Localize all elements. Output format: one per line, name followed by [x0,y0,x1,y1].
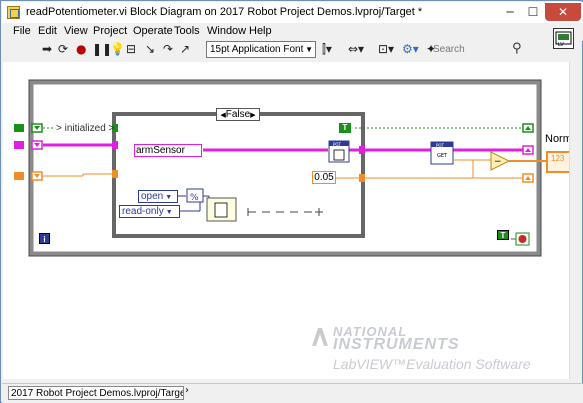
font-select-value: 15pt Application Font [210,44,304,55]
block-diagram-canvas[interactable]: % − > initialized > armSensor ◀False▶ 0.… [3,62,569,379]
feedback-label: > initialized > [56,123,115,134]
concatenate-icon[interactable]: % [186,188,204,203]
highlight-execution-icon[interactable]: 💡 [110,42,125,57]
minimize-button[interactable]: ─ [499,3,521,21]
watermark-instruments: INSTRUMENTS [333,336,460,353]
labview-window: readPotentiometer.vi Block Diagram on 20… [0,0,583,403]
retain-wire-values-icon[interactable]: ⊟ [126,42,136,57]
step-into-icon[interactable]: ↘ [145,42,155,57]
case-tunnel-cluster [112,141,118,149]
step-over-icon[interactable]: ↷ [163,42,173,57]
maximize-button[interactable]: ☐ [522,3,544,21]
case-tunnel-numeric [112,170,118,178]
bool-input-terminal[interactable] [14,124,24,132]
step-out-icon[interactable]: ↗ [180,42,190,57]
case-selector-value: False [225,109,251,120]
project-target-field[interactable]: 2017 Robot Project Demos.lvproj/Target [8,386,184,400]
menu-view[interactable]: View [64,25,88,37]
case-out-tunnel-cluster [359,146,365,154]
chevron-right-icon[interactable]: › [185,385,189,396]
info-icon[interactable]: i [39,233,50,244]
pot-get-text: GET [437,153,448,159]
menu-bar: File Edit View Project Operate Tools Win… [2,23,583,41]
arm-sensor-constant[interactable]: armSensor [134,144,202,157]
menu-help[interactable]: Help [249,25,272,37]
toolbar: ➡ ⟳ ● ❚❚ 💡 ⊟ ↘ ↷ ↗ 15pt Application Font… [2,41,542,59]
chevron-down-icon: ▼ [305,45,313,54]
vi-icon[interactable]: LV [553,28,574,49]
status-bar: 2017 Robot Project Demos.lvproj/Target › [2,383,583,403]
subtract-function[interactable]: − [490,151,511,171]
loop-condition-terminal[interactable] [515,232,530,246]
menu-project[interactable]: Project [93,25,127,37]
enum-value-readonly: read-only [122,206,164,217]
run-arrow-icon[interactable]: ➡ [42,42,52,57]
menu-tools[interactable]: Tools [174,25,200,37]
enum-value-open: open [141,191,164,202]
numeric-constant[interactable]: 0.05 [312,171,336,184]
indicator-label: Norm [545,133,569,145]
abort-icon[interactable]: ● [76,42,86,57]
while-loop-frame[interactable] [28,79,542,257]
resize-objects-icon[interactable]: ⊡▾ [378,42,394,57]
true-constant-1[interactable]: T [339,123,351,133]
file-ref-icon[interactable] [206,197,237,222]
pot-label-get: POT [436,143,445,148]
labview-app-icon [7,6,20,19]
font-select[interactable]: 15pt Application Font ▼ [206,41,316,58]
case-selector-label[interactable]: ◀False▶ [216,108,260,121]
title-bar[interactable]: readPotentiometer.vi Block Diagram on 20… [2,2,583,23]
svg-text:−: − [494,157,502,167]
svg-text:LV: LV [558,42,564,48]
case-out-tunnel-numeric [359,174,365,182]
true-constant-2[interactable]: T [497,230,509,240]
menu-window[interactable]: Window [207,25,246,37]
distribute-objects-icon[interactable]: ⇔▾ [348,42,364,57]
pot-label-open: POT [333,142,342,147]
watermark-labview: LabVIEW™Evaluation Software [333,356,531,372]
cluster-input-terminal[interactable] [14,141,24,149]
chevron-down-icon: ▼ [165,209,173,216]
vertical-scrollbar[interactable] [569,62,582,379]
menu-edit[interactable]: Edit [38,25,57,37]
window-title: readPotentiometer.vi Block Diagram on 20… [26,6,423,18]
align-objects-icon[interactable]: ⫿▾ [322,42,332,57]
close-button[interactable]: ✕ [545,3,581,21]
case-increment-icon[interactable]: ▶ [250,112,255,119]
chevron-down-icon: ▼ [165,194,173,201]
indicator-value: 123 [551,154,565,163]
svg-text:%: % [190,193,199,203]
menu-operate[interactable]: Operate [133,25,173,37]
open-mode-enum[interactable]: open ▼ [138,190,178,203]
search-icon[interactable]: ⚲ [512,41,522,56]
menu-file[interactable]: File [13,25,31,37]
ni-logo-icon [310,326,332,348]
reorder-icon[interactable]: ⚙▾ [402,42,419,57]
numeric-input-terminal[interactable] [14,172,24,180]
run-continuously-icon[interactable]: ⟳ [58,42,68,57]
access-mode-enum[interactable]: read-only ▼ [119,205,180,218]
